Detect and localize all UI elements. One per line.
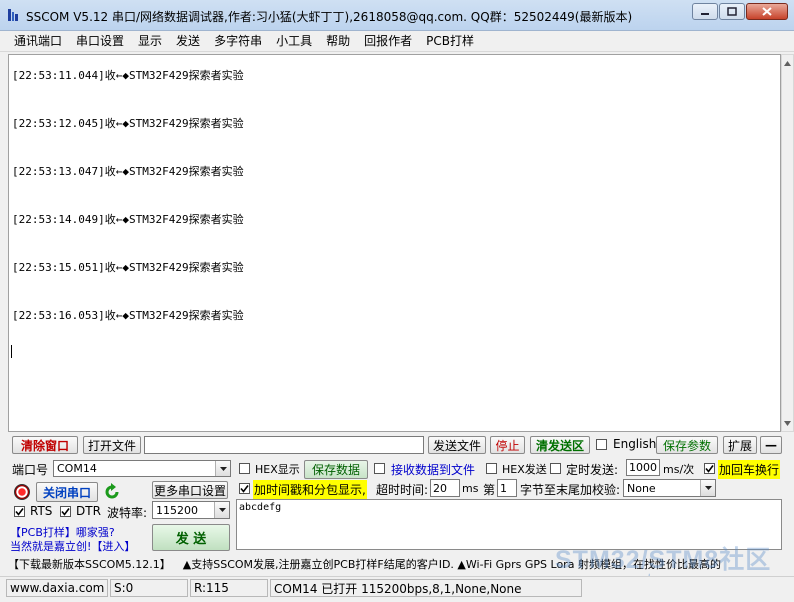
maximize-icon [727, 7, 737, 16]
collapse-button[interactable]: — [760, 436, 782, 454]
more-settings-button[interactable]: 更多串口设置 [152, 481, 228, 499]
timed-send-checkbox[interactable] [550, 463, 561, 474]
ad-bar: 【下载最新版本SSCOM5.12.1】 ▲支持SSCOM发展,注册嘉立创PCB打… [8, 554, 794, 573]
english-label: English [613, 437, 657, 451]
port-value: COM14 [57, 462, 97, 475]
port-status-indicator [14, 484, 30, 500]
scroll-up-icon[interactable] [782, 56, 793, 70]
ad-text[interactable]: ▲支持SSCOM发展,注册嘉立创PCB打样F结尾的客户ID. ▲Wi-Fi Gp… [183, 556, 721, 572]
byte-suffix: 字节至末尾加校验: [520, 483, 621, 497]
menu-send[interactable]: 发送 [169, 31, 207, 52]
rts-checkbox[interactable] [14, 506, 25, 517]
menu-tools[interactable]: 小工具 [269, 31, 319, 52]
hex-send-label: HEX发送 [502, 463, 547, 476]
expand-button[interactable]: 扩展 [723, 436, 757, 454]
close-icon [762, 7, 772, 16]
status-port: COM14 已打开 115200bps,8,1,None,None [270, 579, 582, 597]
text-caret [11, 345, 12, 358]
chevron-down-icon[interactable] [700, 480, 715, 496]
recv-to-file-checkbox[interactable] [374, 463, 385, 474]
menu-comm-port[interactable]: 通讯端口 [7, 31, 69, 52]
port-label: 端口号 [12, 463, 49, 477]
app-icon [8, 9, 18, 21]
add-newline-checkbox[interactable] [704, 463, 715, 474]
timed-send-label: 定时发送: [566, 463, 619, 477]
receive-line: [22:53:16.053]收←◆STM32F429探索者实验 [12, 309, 244, 322]
menu-pcb[interactable]: PCB打样 [419, 31, 481, 52]
hex-send-checkbox[interactable] [486, 463, 497, 474]
menu-display[interactable]: 显示 [131, 31, 169, 52]
port-select[interactable]: COM14 [53, 460, 231, 477]
receive-line: [22:53:13.047]收←◆STM32F429探索者实验 [12, 165, 244, 178]
receive-line: [22:53:15.051]收←◆STM32F429探索者实验 [12, 261, 244, 274]
receive-line: [22:53:11.044]收←◆STM32F429探索者实验 [12, 69, 244, 82]
jlc-promo-link[interactable]: 当然就是嘉立创!【进入】 [10, 538, 135, 554]
refresh-icon[interactable] [103, 482, 121, 502]
receive-area[interactable]: [22:53:11.044]收←◆STM32F429探索者实验 [22:53:1… [8, 54, 781, 432]
send-textarea[interactable]: abcdefg [236, 499, 782, 550]
title-bar: SSCOM V5.12 串口/网络数据调试器,作者:习小猛(大虾丁丁),2618… [0, 0, 794, 31]
timestamp-checkbox[interactable] [239, 483, 250, 494]
english-checkbox[interactable] [596, 439, 607, 450]
menu-port-settings[interactable]: 串口设置 [69, 31, 131, 52]
checksum-select[interactable]: None [623, 479, 716, 497]
scroll-down-icon[interactable] [782, 416, 793, 430]
file-path-input[interactable] [144, 436, 424, 454]
dtr-checkbox[interactable] [60, 506, 71, 517]
interval-unit: ms/次 [663, 463, 695, 476]
menu-help[interactable]: 帮助 [319, 31, 357, 52]
receive-line: [22:53:14.049]收←◆STM32F429探索者实验 [12, 213, 244, 226]
close-port-button[interactable]: 关闭串口 [36, 482, 98, 502]
status-sent: S:0 [110, 579, 188, 597]
save-params-button[interactable]: 保存参数 [656, 436, 718, 454]
download-link[interactable]: 【下载最新版本SSCOM5.12.1】 [8, 556, 171, 572]
receive-line: [22:53:12.045]收←◆STM32F429探索者实验 [12, 117, 244, 130]
hex-display-label: HEX显示 [255, 463, 300, 476]
chevron-down-icon[interactable] [215, 461, 230, 476]
baud-label: 波特率: [107, 506, 148, 520]
checksum-value: None [627, 481, 656, 495]
rts-label: RTS [30, 504, 53, 518]
open-file-button[interactable]: 打开文件 [83, 436, 141, 454]
receive-scrollbar[interactable] [781, 54, 794, 432]
status-website[interactable]: www.daxia.com [6, 579, 108, 597]
menu-bar: 通讯端口 串口设置 显示 发送 多字符串 小工具 帮助 回报作者 PCB打样 [0, 31, 794, 52]
minimize-button[interactable] [692, 3, 718, 20]
interval-input[interactable]: 1000 [626, 459, 660, 476]
status-bar: www.daxia.com S:0 R:115 COM14 已打开 115200… [0, 576, 794, 602]
byte-input[interactable]: 1 [497, 479, 517, 497]
timeout-label: 超时时间: [376, 483, 429, 497]
baud-value: 115200 [156, 503, 198, 517]
send-file-button[interactable]: 发送文件 [428, 436, 486, 454]
status-received: R:115 [190, 579, 268, 597]
stop-button[interactable]: 停止 [490, 436, 525, 454]
timeout-input[interactable]: 20 [430, 479, 460, 497]
menu-multi-string[interactable]: 多字符串 [207, 31, 269, 52]
add-newline-label: 加回车换行 [718, 460, 781, 479]
close-button[interactable] [746, 3, 788, 20]
byte-prefix: 第 [483, 483, 496, 497]
timestamp-label: 加时间戳和分包显示, [253, 480, 367, 499]
menu-report-author[interactable]: 回报作者 [357, 31, 419, 52]
clear-window-button[interactable]: 清除窗口 [12, 436, 78, 454]
recv-to-file-label: 接收数据到文件 [391, 463, 476, 477]
window-title: SSCOM V5.12 串口/网络数据调试器,作者:习小猛(大虾丁丁),2618… [26, 10, 633, 24]
dtr-label: DTR [76, 504, 101, 518]
chevron-down-icon[interactable] [214, 502, 229, 518]
baud-select[interactable]: 115200 [152, 501, 230, 519]
save-data-button[interactable]: 保存数据 [304, 460, 368, 479]
minimize-icon [701, 12, 709, 15]
clear-send-button[interactable]: 清发送区 [530, 436, 590, 454]
hex-display-checkbox[interactable] [239, 463, 250, 474]
timeout-unit: ms [462, 482, 479, 495]
maximize-button[interactable] [719, 3, 745, 20]
send-button[interactable]: 发 送 [152, 524, 230, 551]
